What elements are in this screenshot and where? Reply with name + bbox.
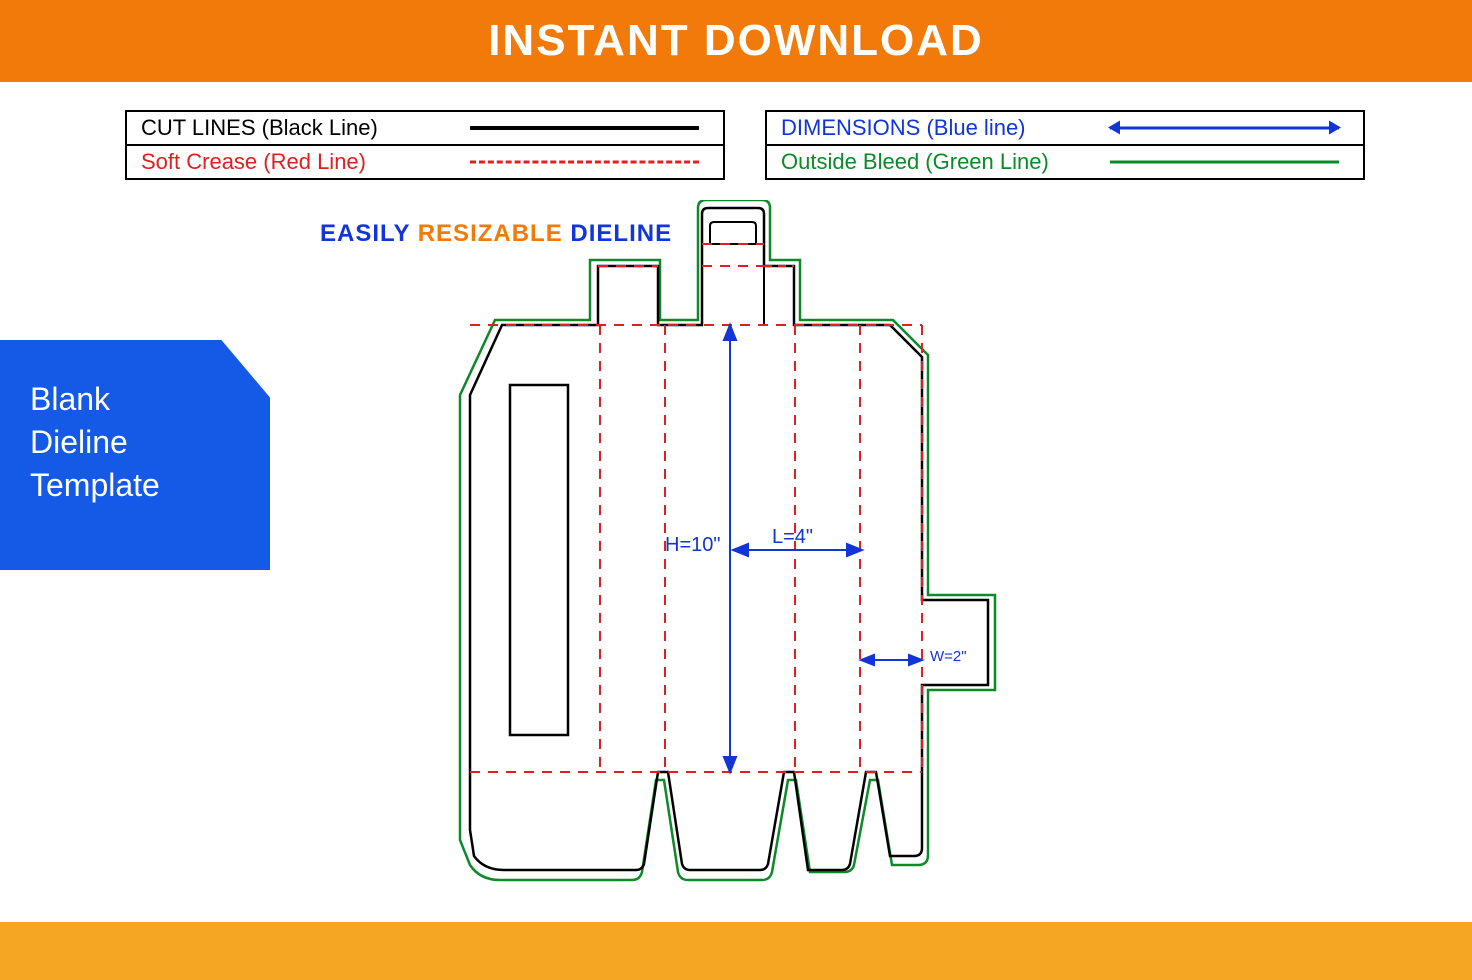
legend-row-dimensions: DIMENSIONS (Blue line) bbox=[767, 112, 1363, 144]
cut-line-sample-icon bbox=[470, 118, 709, 138]
crease-lines bbox=[470, 244, 922, 772]
legend-table-right: DIMENSIONS (Blue line) Outside Bleed (Gr… bbox=[765, 110, 1365, 180]
bleed-outline bbox=[460, 200, 995, 880]
dieline-canvas: H=10" L=4" W=2" bbox=[440, 200, 1000, 920]
top-banner: INSTANT DOWNLOAD bbox=[0, 0, 1472, 82]
window-cut bbox=[510, 385, 568, 735]
dim-height-label: H=10" bbox=[665, 534, 720, 557]
legend-row-cutlines: CUT LINES (Black Line) bbox=[127, 112, 723, 144]
legend: CUT LINES (Black Line) Soft Crease (Red … bbox=[125, 110, 1365, 180]
dimension-lines bbox=[724, 325, 922, 772]
legend-row-crease: Soft Crease (Red Line) bbox=[127, 144, 723, 178]
bottom-banner bbox=[0, 922, 1472, 980]
top-banner-title: INSTANT DOWNLOAD bbox=[488, 16, 984, 66]
legend-table-left: CUT LINES (Black Line) Soft Crease (Red … bbox=[125, 110, 725, 180]
dieline-svg bbox=[440, 200, 1000, 920]
badge-line-3: Template bbox=[30, 464, 240, 507]
legend-label-crease: Soft Crease (Red Line) bbox=[141, 149, 470, 175]
bleed-line-sample-icon bbox=[1110, 152, 1349, 172]
tagline-word-1: EASILY bbox=[320, 220, 410, 247]
dim-width-label: W=2" bbox=[930, 648, 967, 665]
badge-line-1: Blank bbox=[30, 378, 240, 421]
crease-line-sample-icon bbox=[470, 152, 709, 172]
side-badge: Blank Dieline Template bbox=[0, 340, 270, 570]
legend-label-dim: DIMENSIONS (Blue line) bbox=[781, 115, 1110, 141]
badge-line-2: Dieline bbox=[30, 421, 240, 464]
legend-row-bleed: Outside Bleed (Green Line) bbox=[767, 144, 1363, 178]
legend-label-cut: CUT LINES (Black Line) bbox=[141, 115, 470, 141]
legend-label-bleed: Outside Bleed (Green Line) bbox=[781, 149, 1110, 175]
dim-length-label: L=4" bbox=[772, 526, 813, 549]
dimension-arrow-sample-icon bbox=[1110, 118, 1349, 138]
handle-slot bbox=[710, 222, 756, 244]
